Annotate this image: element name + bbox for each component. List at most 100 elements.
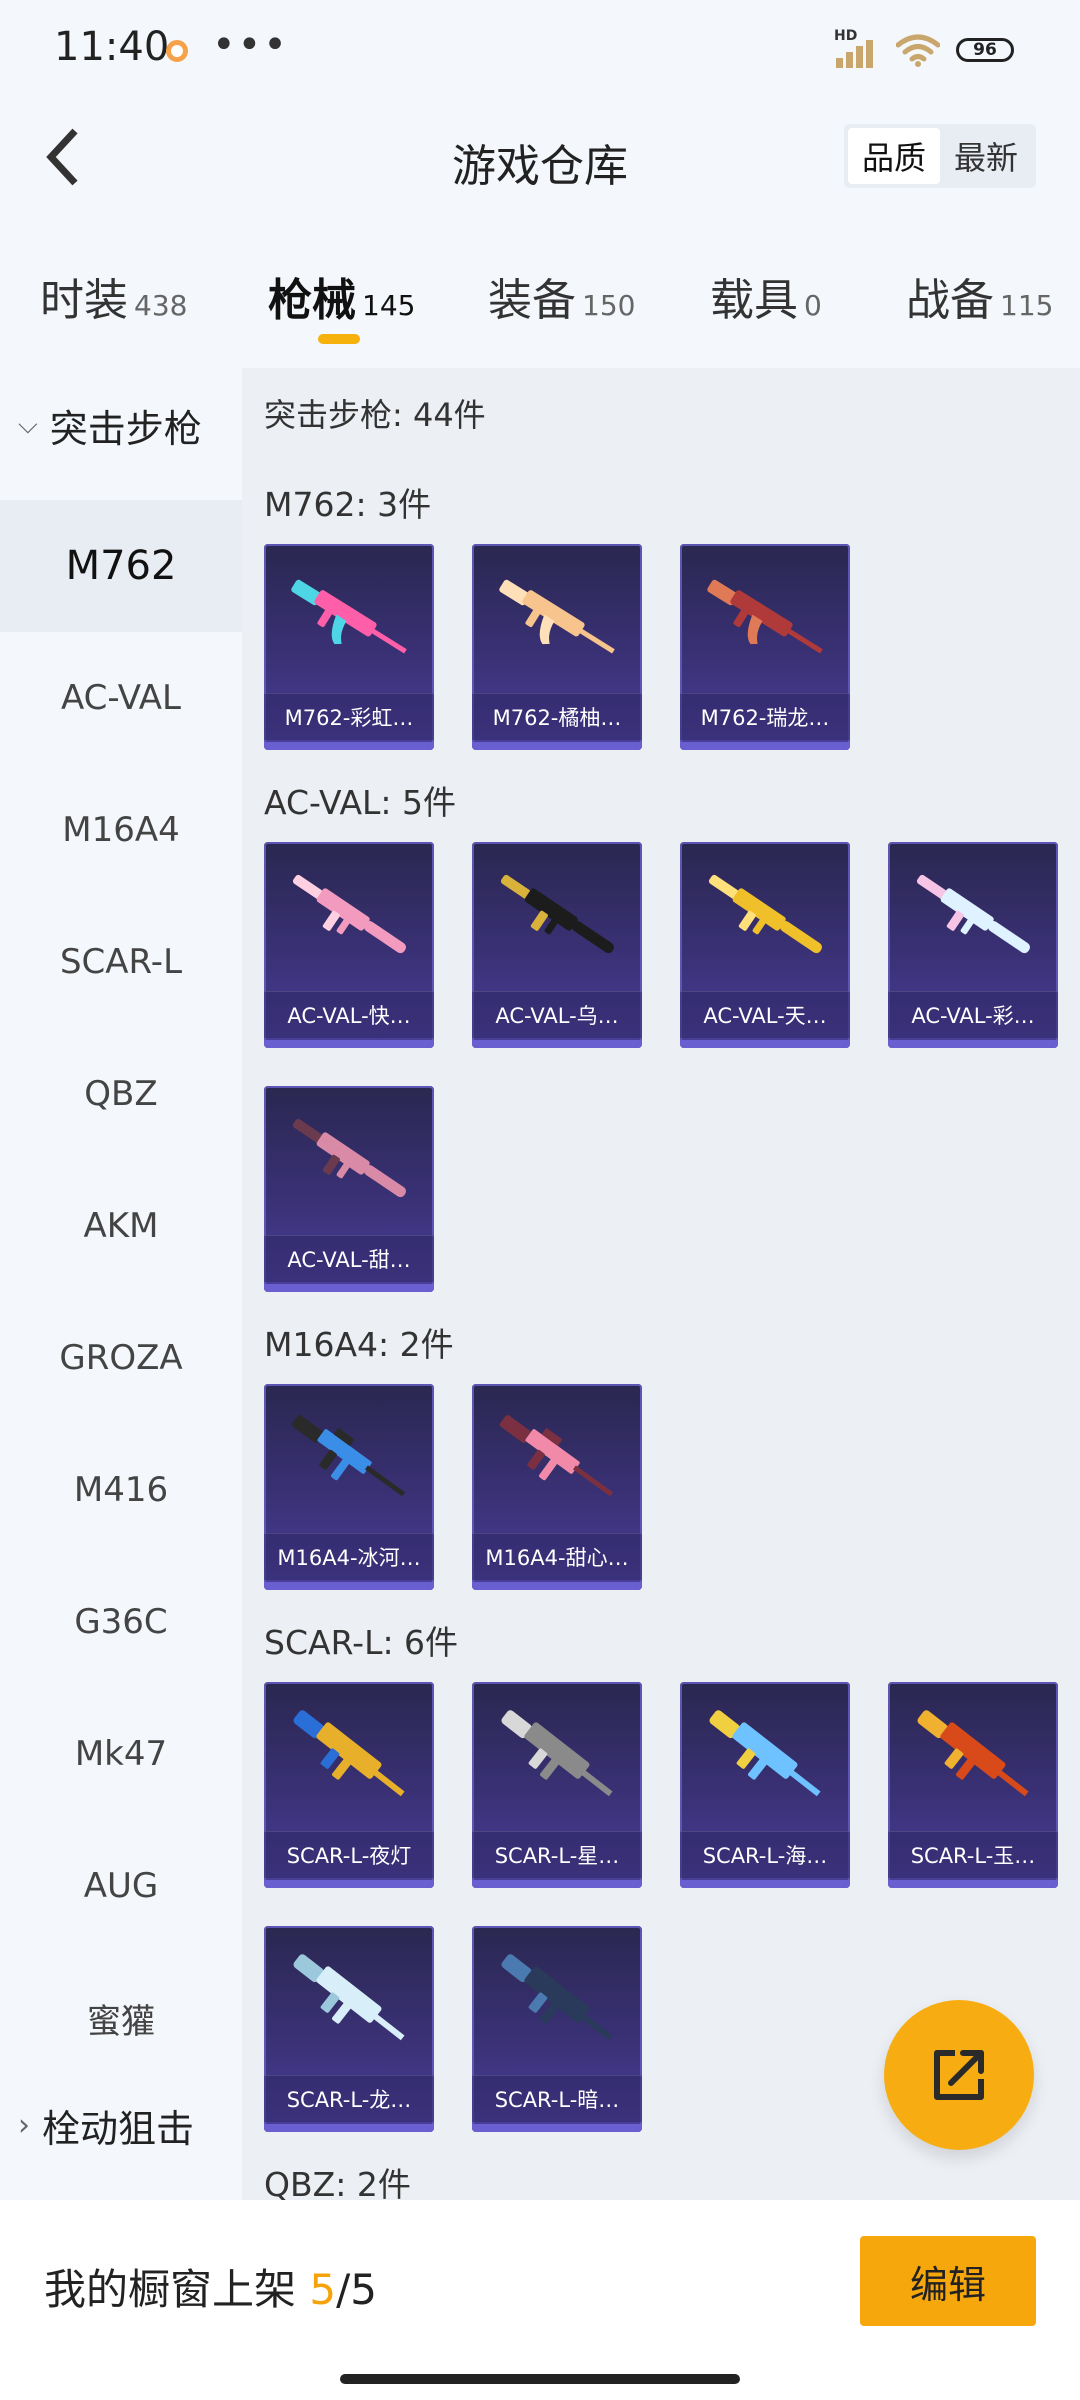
weapon-card[interactable]: SCAR-L-夜灯 — [264, 1682, 434, 1888]
tab-label: 装备 — [488, 275, 576, 326]
weapon-sidebar: ⌵ 突击步枪 M762 AC-VAL M16A4 SCAR-L QBZ AKM … — [0, 368, 242, 2200]
group-label-scar-l: SCAR-L: 6件 — [264, 1623, 459, 1662]
share-button[interactable] — [884, 2000, 1034, 2150]
category-total: 突击步枪: 44件 — [264, 396, 486, 434]
group-label-m16a4: M16A4: 2件 — [264, 1325, 454, 1364]
weapon-card-name: M762-彩虹… — [264, 693, 434, 740]
sort-toggle: 品质 最新 — [844, 124, 1036, 188]
tab-count: 150 — [582, 289, 636, 322]
weapon-card[interactable]: SCAR-L-龙… — [264, 1926, 434, 2132]
status-time: 11:40 — [54, 24, 170, 70]
showcase-status: 我的橱窗上架 5/5 — [44, 2256, 377, 2317]
edit-button[interactable]: 编辑 — [860, 2236, 1036, 2326]
app-notification-icon — [166, 40, 188, 62]
sidebar-item-groza[interactable]: GROZA — [0, 1292, 242, 1424]
weapon-skin-image — [291, 1415, 406, 1497]
weapon-card-name: AC-VAL-彩… — [888, 991, 1058, 1038]
weapon-card-name: AC-VAL-快… — [264, 991, 434, 1038]
weapon-card[interactable]: M762-彩虹… — [264, 544, 434, 750]
sidebar-item-g36c[interactable]: G36C — [0, 1556, 242, 1688]
weapon-card-name: AC-VAL-天… — [680, 991, 850, 1038]
wifi-icon — [896, 34, 940, 67]
sidebar-category-bolt-action[interactable]: › 栓动狙击 — [18, 2098, 194, 2153]
weapon-card-name: SCAR-L-海… — [680, 1831, 850, 1878]
tab-equipment[interactable]: 装备 150 — [488, 264, 635, 328]
active-tab-indicator — [318, 334, 360, 344]
home-indicator[interactable] — [340, 2374, 740, 2384]
weapon-card[interactable]: SCAR-L-海… — [680, 1682, 850, 1888]
sidebar-item-m16a4[interactable]: M16A4 — [0, 764, 242, 896]
weapon-skin-image — [500, 874, 614, 954]
tab-label: 载具 — [710, 275, 798, 326]
weapon-skin-image — [291, 579, 407, 654]
sidebar-item-akm[interactable]: AKM — [0, 1160, 242, 1292]
sidebar-item-aug[interactable]: AUG — [0, 1820, 242, 1952]
weapon-skin-image — [917, 1710, 1029, 1797]
weapon-skin-image — [501, 1954, 613, 2041]
weapon-skin-image — [292, 1118, 406, 1198]
weapon-skin-image — [709, 1710, 821, 1797]
weapon-card-name: M762-瑞龙… — [680, 693, 850, 740]
sidebar-item-ac-val[interactable]: AC-VAL — [0, 632, 242, 764]
sidebar-item-m762[interactable]: M762 — [0, 500, 242, 632]
sidebar-category-label: 栓动狙击 — [42, 2107, 195, 2151]
showcase-current: 5 — [309, 2265, 337, 2314]
weapon-card[interactable]: M16A4-冰河… — [264, 1384, 434, 1590]
tab-count: 438 — [134, 289, 188, 322]
sidebar-item-scar-l[interactable]: SCAR-L — [0, 896, 242, 1028]
weapon-card-name: M16A4-冰河… — [264, 1533, 434, 1580]
tab-fashion[interactable]: 时装 438 — [40, 264, 187, 328]
tab-label: 战备 — [906, 275, 994, 326]
sidebar-item-qbz[interactable]: QBZ — [0, 1028, 242, 1160]
showcase-label: 我的橱窗上架 — [44, 2265, 310, 2314]
showcase-total: 5 — [350, 2265, 377, 2314]
group-label-ac-val: AC-VAL: 5件 — [264, 783, 457, 822]
category-tabs: 时装 438 枪械 145 装备 150 载具 0 战备 115 — [0, 250, 1080, 360]
tab-count: 115 — [1000, 289, 1054, 322]
weapon-card[interactable]: SCAR-L-暗… — [472, 1926, 642, 2132]
showcase-separator: / — [336, 2265, 351, 2314]
battery-level: 96 — [973, 40, 997, 60]
battery-icon: 96 — [956, 38, 1014, 62]
sidebar-category-label: 突击步枪 — [49, 407, 202, 451]
weapon-card[interactable]: AC-VAL-甜… — [264, 1086, 434, 1292]
weapon-card[interactable]: AC-VAL-乌… — [472, 842, 642, 1048]
weapon-card[interactable]: AC-VAL-快… — [264, 842, 434, 1048]
sidebar-item-mk47[interactable]: Mk47 — [0, 1688, 242, 1820]
weapon-skin-image — [916, 874, 1030, 954]
sidebar-category-assault-rifles[interactable]: ⌵ 突击步枪 — [18, 398, 202, 453]
weapon-card[interactable]: AC-VAL-彩… — [888, 842, 1058, 1048]
weapon-card[interactable]: M762-瑞龙… — [680, 544, 850, 750]
tab-label: 枪械 — [268, 275, 356, 326]
tab-vehicles[interactable]: 载具 0 — [710, 264, 822, 328]
share-external-icon — [934, 2050, 984, 2100]
group-label-m762: M762: 3件 — [264, 485, 432, 524]
weapon-card-name: SCAR-L-龙… — [264, 2075, 434, 2122]
weapon-skin-image — [708, 874, 822, 954]
sort-quality-button[interactable]: 品质 — [848, 128, 940, 184]
weapon-card[interactable]: AC-VAL-天… — [680, 842, 850, 1048]
chevron-down-icon: ⌵ — [18, 410, 38, 440]
weapon-card[interactable]: SCAR-L-玉… — [888, 1682, 1058, 1888]
tab-supplies[interactable]: 战备 115 — [906, 264, 1053, 328]
more-notifications-icon: ••• — [212, 22, 289, 68]
weapon-card[interactable]: SCAR-L-星… — [472, 1682, 642, 1888]
weapon-card-name: SCAR-L-星… — [472, 1831, 642, 1878]
cellular-signal-icon: HD — [834, 28, 880, 68]
weapon-skin-image — [499, 579, 615, 654]
weapon-grid: 突击步枪: 44件 M762: 3件 M762-彩虹… M762-橘柚… M76… — [242, 368, 1080, 2200]
weapon-skin-image — [707, 579, 823, 654]
sidebar-item-honey-badger[interactable]: 蜜獾 — [0, 1952, 242, 2084]
tab-firearms[interactable]: 枪械 145 — [268, 264, 415, 328]
weapon-card-name: M762-橘柚… — [472, 693, 642, 740]
weapon-card-name: SCAR-L-夜灯 — [264, 1831, 434, 1878]
tab-count: 145 — [362, 289, 416, 322]
weapon-skin-image — [499, 1415, 614, 1497]
weapon-card[interactable]: M762-橘柚… — [472, 544, 642, 750]
weapon-card[interactable]: M16A4-甜心… — [472, 1384, 642, 1590]
sidebar-item-m416[interactable]: M416 — [0, 1424, 242, 1556]
status-bar: 11:40 ••• HD 96 — [0, 0, 1080, 100]
bottom-bar: 我的橱窗上架 5/5 编辑 — [0, 2200, 1080, 2400]
sort-newest-button[interactable]: 最新 — [940, 128, 1032, 184]
weapon-skin-image — [501, 1710, 613, 1797]
